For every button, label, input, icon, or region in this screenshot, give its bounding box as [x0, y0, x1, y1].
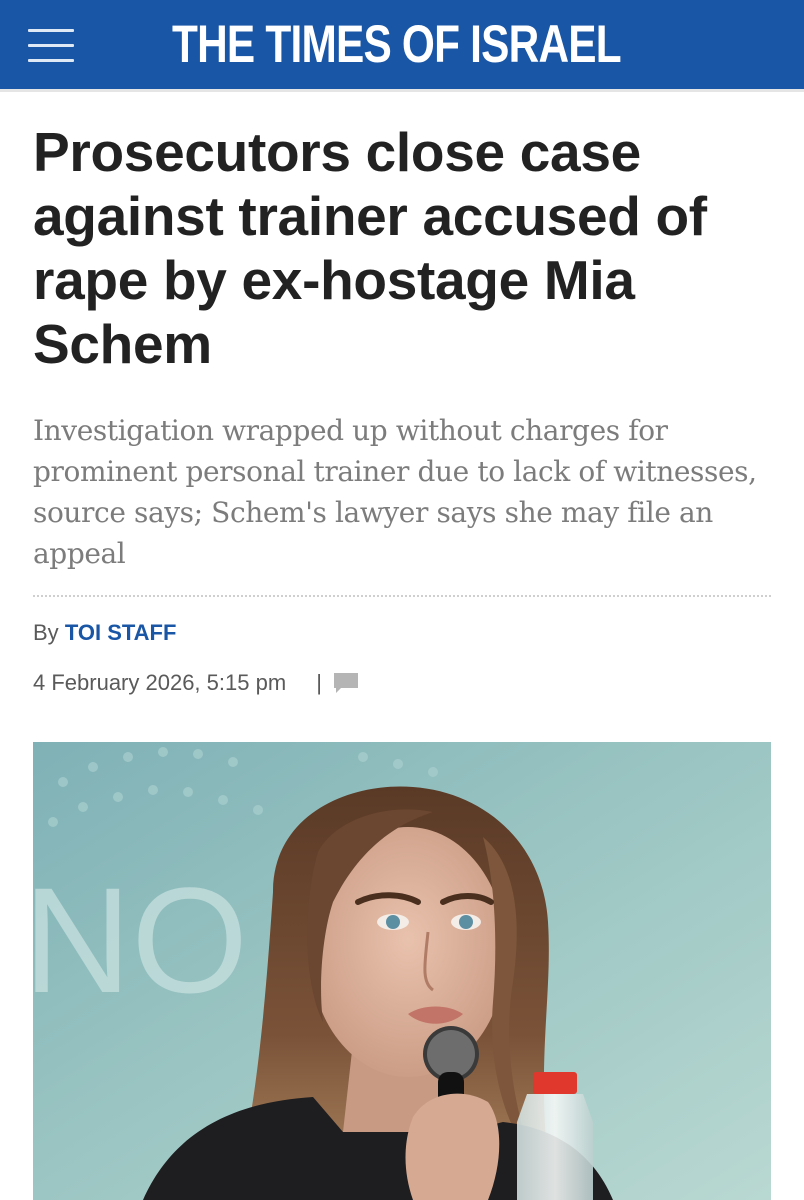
- site-logo[interactable]: THE TIMES OF ISRAEL: [172, 12, 622, 78]
- article-headline: Prosecutors close case against trainer a…: [33, 121, 707, 375]
- byline: By TOI STAFF: [33, 618, 176, 648]
- article-subhead: Investigation wrapped up without charges…: [33, 414, 757, 570]
- comment-bubble-icon[interactable]: [333, 672, 359, 694]
- background-lettering: NO: [33, 856, 248, 1024]
- publish-date: 4 February 2026, 5:15 pm: [33, 670, 287, 695]
- site-header: THE TIMES OF ISRAEL: [0, 0, 804, 92]
- author-link[interactable]: TOI STAFF: [65, 620, 177, 645]
- article-meta: 4 February 2026, 5:15 pm |: [33, 667, 358, 699]
- byline-prefix: By: [33, 620, 59, 645]
- article-photo: NO: [33, 742, 771, 1200]
- meta-separator: |: [316, 670, 322, 695]
- article-page: THE TIMES OF ISRAEL Prosecutors close ca…: [0, 0, 804, 1200]
- hamburger-menu-icon[interactable]: [28, 25, 74, 65]
- divider: [33, 595, 771, 597]
